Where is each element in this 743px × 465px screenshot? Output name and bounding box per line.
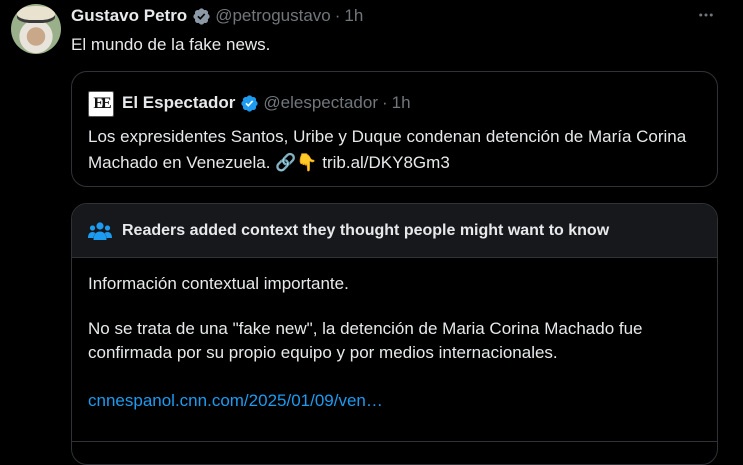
verified-badge-icon — [193, 7, 210, 25]
community-note-title: Readers added context they thought peopl… — [122, 221, 610, 239]
community-note-body: Información contextual importante. No se… — [72, 258, 717, 413]
author-name[interactable]: Gustavo Petro — [71, 6, 187, 26]
meta-separator: · — [381, 93, 388, 112]
quote-time[interactable]: 1h — [392, 93, 411, 113]
verified-badge-icon — [241, 94, 258, 112]
quoted-tweet[interactable]: EE El Espectador @elespectador · 1h Los … — [71, 71, 718, 187]
tweet-time[interactable]: 1h — [344, 6, 363, 26]
quote-text: Los expresidentes Santos, Uribe y Duque … — [88, 124, 708, 176]
quote-header: El Espectador @elespectador · 1h — [122, 92, 411, 114]
link-pointing-emoji: 🔗👇 — [275, 153, 318, 172]
author-handle[interactable]: @petrogustavo — [215, 6, 331, 26]
community-note-header: Readers added context they thought peopl… — [72, 204, 717, 258]
community-note: Readers added context they thought peopl… — [71, 203, 718, 465]
tweet-text: El mundo de la fake news. — [71, 35, 271, 54]
people-icon — [88, 221, 112, 240]
tweet-header: Gustavo Petro @petrogustavo · 1h — [71, 5, 363, 27]
note-paragraph: Información contextual importante. — [88, 274, 349, 293]
quote-author-name[interactable]: El Espectador — [122, 93, 235, 113]
avatar[interactable] — [11, 4, 61, 54]
more-dots-icon — [699, 13, 713, 17]
more-options-button[interactable] — [696, 5, 716, 25]
quote-link[interactable]: trib.al/DKY8Gm3 — [322, 153, 450, 172]
divider — [72, 441, 717, 442]
note-source-link[interactable]: cnnespanol.cnn.com/2025/01/09/ven… — [88, 391, 383, 410]
meta-separator: · — [334, 6, 341, 25]
quote-author-handle[interactable]: @elespectador — [263, 93, 378, 113]
el-espectador-logo: EE — [88, 91, 114, 117]
note-paragraph: No se trata de una "fake new", la detenc… — [88, 319, 643, 362]
